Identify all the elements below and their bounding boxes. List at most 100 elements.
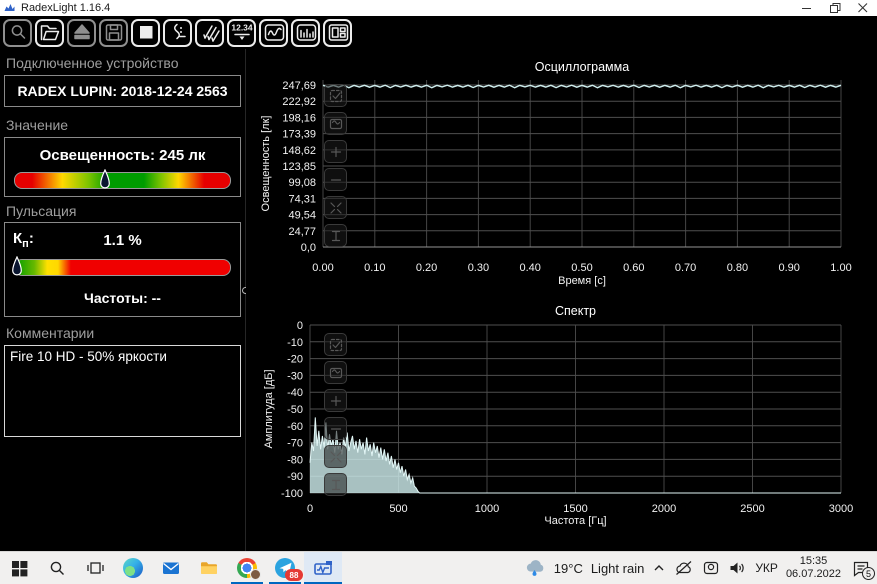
svg-text:49,54: 49,54 (288, 210, 316, 222)
weather-icon[interactable] (524, 558, 546, 578)
chart1-axis-ruler-button[interactable] (324, 473, 347, 496)
chart0-region-select-button[interactable] (324, 84, 347, 107)
mail-icon (163, 562, 179, 574)
main-content: Подключенное устройство RADEX LUPIN: 201… (0, 49, 877, 551)
chart0-zoom-in-button[interactable] (324, 140, 347, 163)
weather-description[interactable]: Light rain (591, 561, 644, 576)
svg-text:-80: -80 (287, 454, 303, 466)
illuminance-marker-icon (100, 168, 111, 198)
taskbar: 88 19°C Light rain УКР 15:35 06.07.2022 … (0, 551, 877, 584)
svg-text:Спектр: Спектр (555, 304, 596, 318)
svg-text:1.00: 1.00 (830, 262, 851, 274)
chart1-zoom-out-button[interactable] (324, 417, 347, 440)
svg-text:Частота [Гц]: Частота [Гц] (544, 515, 606, 527)
svg-text:1000: 1000 (475, 503, 499, 515)
svg-text:0.40: 0.40 (519, 262, 540, 274)
taskbar-mail-button[interactable] (152, 552, 190, 584)
chart0-zoom-out-button[interactable] (324, 168, 347, 191)
chart0-fit-view-button[interactable] (324, 112, 347, 135)
pulsation-mode-button[interactable] (163, 18, 192, 47)
value-section-label: Значение (6, 117, 69, 133)
numeric-display-button[interactable]: 12.34 (227, 18, 256, 47)
notification-center-button[interactable]: 5 (849, 556, 875, 580)
task-view-button[interactable] (76, 552, 114, 584)
taskbar-explorer-button[interactable] (190, 552, 228, 584)
zoom-button[interactable] (3, 18, 32, 47)
svg-text:Осциллограмма: Осциллограмма (535, 60, 629, 74)
window-title: RadexLight 1.16.4 (21, 2, 111, 14)
close-button[interactable] (849, 0, 877, 16)
svg-text:0.30: 0.30 (468, 262, 489, 274)
svg-text:Амплитуда [дБ]: Амплитуда [дБ] (263, 369, 275, 448)
chrome-profile-avatar (250, 569, 261, 580)
language-indicator[interactable]: УКР (755, 561, 778, 575)
svg-text:99,08: 99,08 (288, 177, 316, 189)
pulsation-box: Кп: 1.1 % Частоты: -- (4, 222, 241, 317)
svg-text:-70: -70 (287, 438, 303, 450)
chart1-fit-view-button[interactable] (324, 361, 347, 384)
stop-button[interactable] (131, 18, 160, 47)
svg-text:-90: -90 (287, 471, 303, 483)
title-bar[interactable]: RadexLight 1.16.4 (0, 0, 877, 16)
chart1-region-select-button[interactable] (324, 333, 347, 356)
radexlight-icon (313, 561, 332, 575)
kp-value: 1.1 % (103, 232, 142, 249)
chart1-collapse-button[interactable] (324, 445, 347, 468)
svg-text:0.70: 0.70 (675, 262, 696, 274)
app-icon (4, 2, 16, 14)
eject-button[interactable] (67, 18, 96, 47)
open-file-button[interactable] (35, 18, 64, 47)
taskbar-chrome-button[interactable] (228, 552, 266, 584)
taskbar-search-button[interactable] (38, 552, 76, 584)
spectrum-view-button[interactable] (291, 18, 320, 47)
meet-now-icon[interactable] (702, 560, 720, 577)
svg-text:-30: -30 (287, 370, 303, 382)
system-tray: 19°C Light rain УКР 15:35 06.07.2022 5 (524, 552, 877, 584)
toolbar: 12.34 (0, 16, 877, 49)
tray-time: 15:35 (799, 555, 828, 567)
svg-text:-50: -50 (287, 404, 303, 416)
comments-section-label: Комментарии (6, 325, 95, 341)
minimize-button[interactable] (793, 0, 821, 16)
clock[interactable]: 15:35 06.07.2022 (786, 555, 841, 581)
layout-view-button[interactable] (323, 18, 352, 47)
svg-text:0: 0 (307, 503, 313, 515)
svg-text:74,31: 74,31 (288, 193, 316, 205)
telegram-badge: 88 (285, 569, 303, 581)
svg-text:-60: -60 (287, 421, 303, 433)
telegram-icon: 88 (275, 558, 303, 581)
notification-count-badge: 5 (862, 567, 875, 580)
svg-text:24,77: 24,77 (288, 226, 316, 238)
svg-text:0.10: 0.10 (364, 262, 385, 274)
volume-icon[interactable] (728, 560, 747, 576)
rays-mode-button[interactable] (195, 18, 224, 47)
svg-text:0.90: 0.90 (778, 262, 799, 274)
restore-button[interactable] (821, 0, 849, 16)
svg-text:2500: 2500 (740, 503, 764, 515)
taskbar-edge-button[interactable] (114, 552, 152, 584)
weather-temperature[interactable]: 19°C (554, 561, 583, 576)
chart1-zoom-in-button[interactable] (324, 389, 347, 412)
oscillogram-view-button[interactable] (259, 18, 288, 47)
svg-text:0.80: 0.80 (727, 262, 748, 274)
device-section-label: Подключенное устройство (6, 55, 179, 71)
svg-text:12.34: 12.34 (231, 23, 253, 33)
svg-text:-40: -40 (287, 387, 303, 399)
taskbar-telegram-button[interactable]: 88 (266, 552, 304, 584)
tray-chevron-up-icon[interactable] (652, 562, 666, 574)
svg-text:-10: -10 (287, 337, 303, 349)
onedrive-icon[interactable] (674, 560, 694, 576)
svg-text:0.60: 0.60 (623, 262, 644, 274)
taskbar-radexlight-button[interactable] (304, 552, 342, 584)
start-button[interactable] (0, 552, 38, 584)
value-box: Освещенность: 245 лк (4, 137, 241, 197)
svg-text:148,62: 148,62 (282, 145, 316, 157)
svg-text:222,92: 222,92 (282, 96, 316, 108)
svg-text:500: 500 (389, 503, 407, 515)
frequencies-value: Частоты: -- (84, 290, 161, 306)
save-button[interactable] (99, 18, 128, 47)
chart0-collapse-button[interactable] (324, 196, 347, 219)
comments-input[interactable]: Fire 10 HD - 50% яркости (4, 345, 241, 437)
chart0-axis-ruler-button[interactable] (324, 224, 347, 247)
device-name: RADEX LUPIN: 2018-12-24 2563 (17, 83, 228, 99)
